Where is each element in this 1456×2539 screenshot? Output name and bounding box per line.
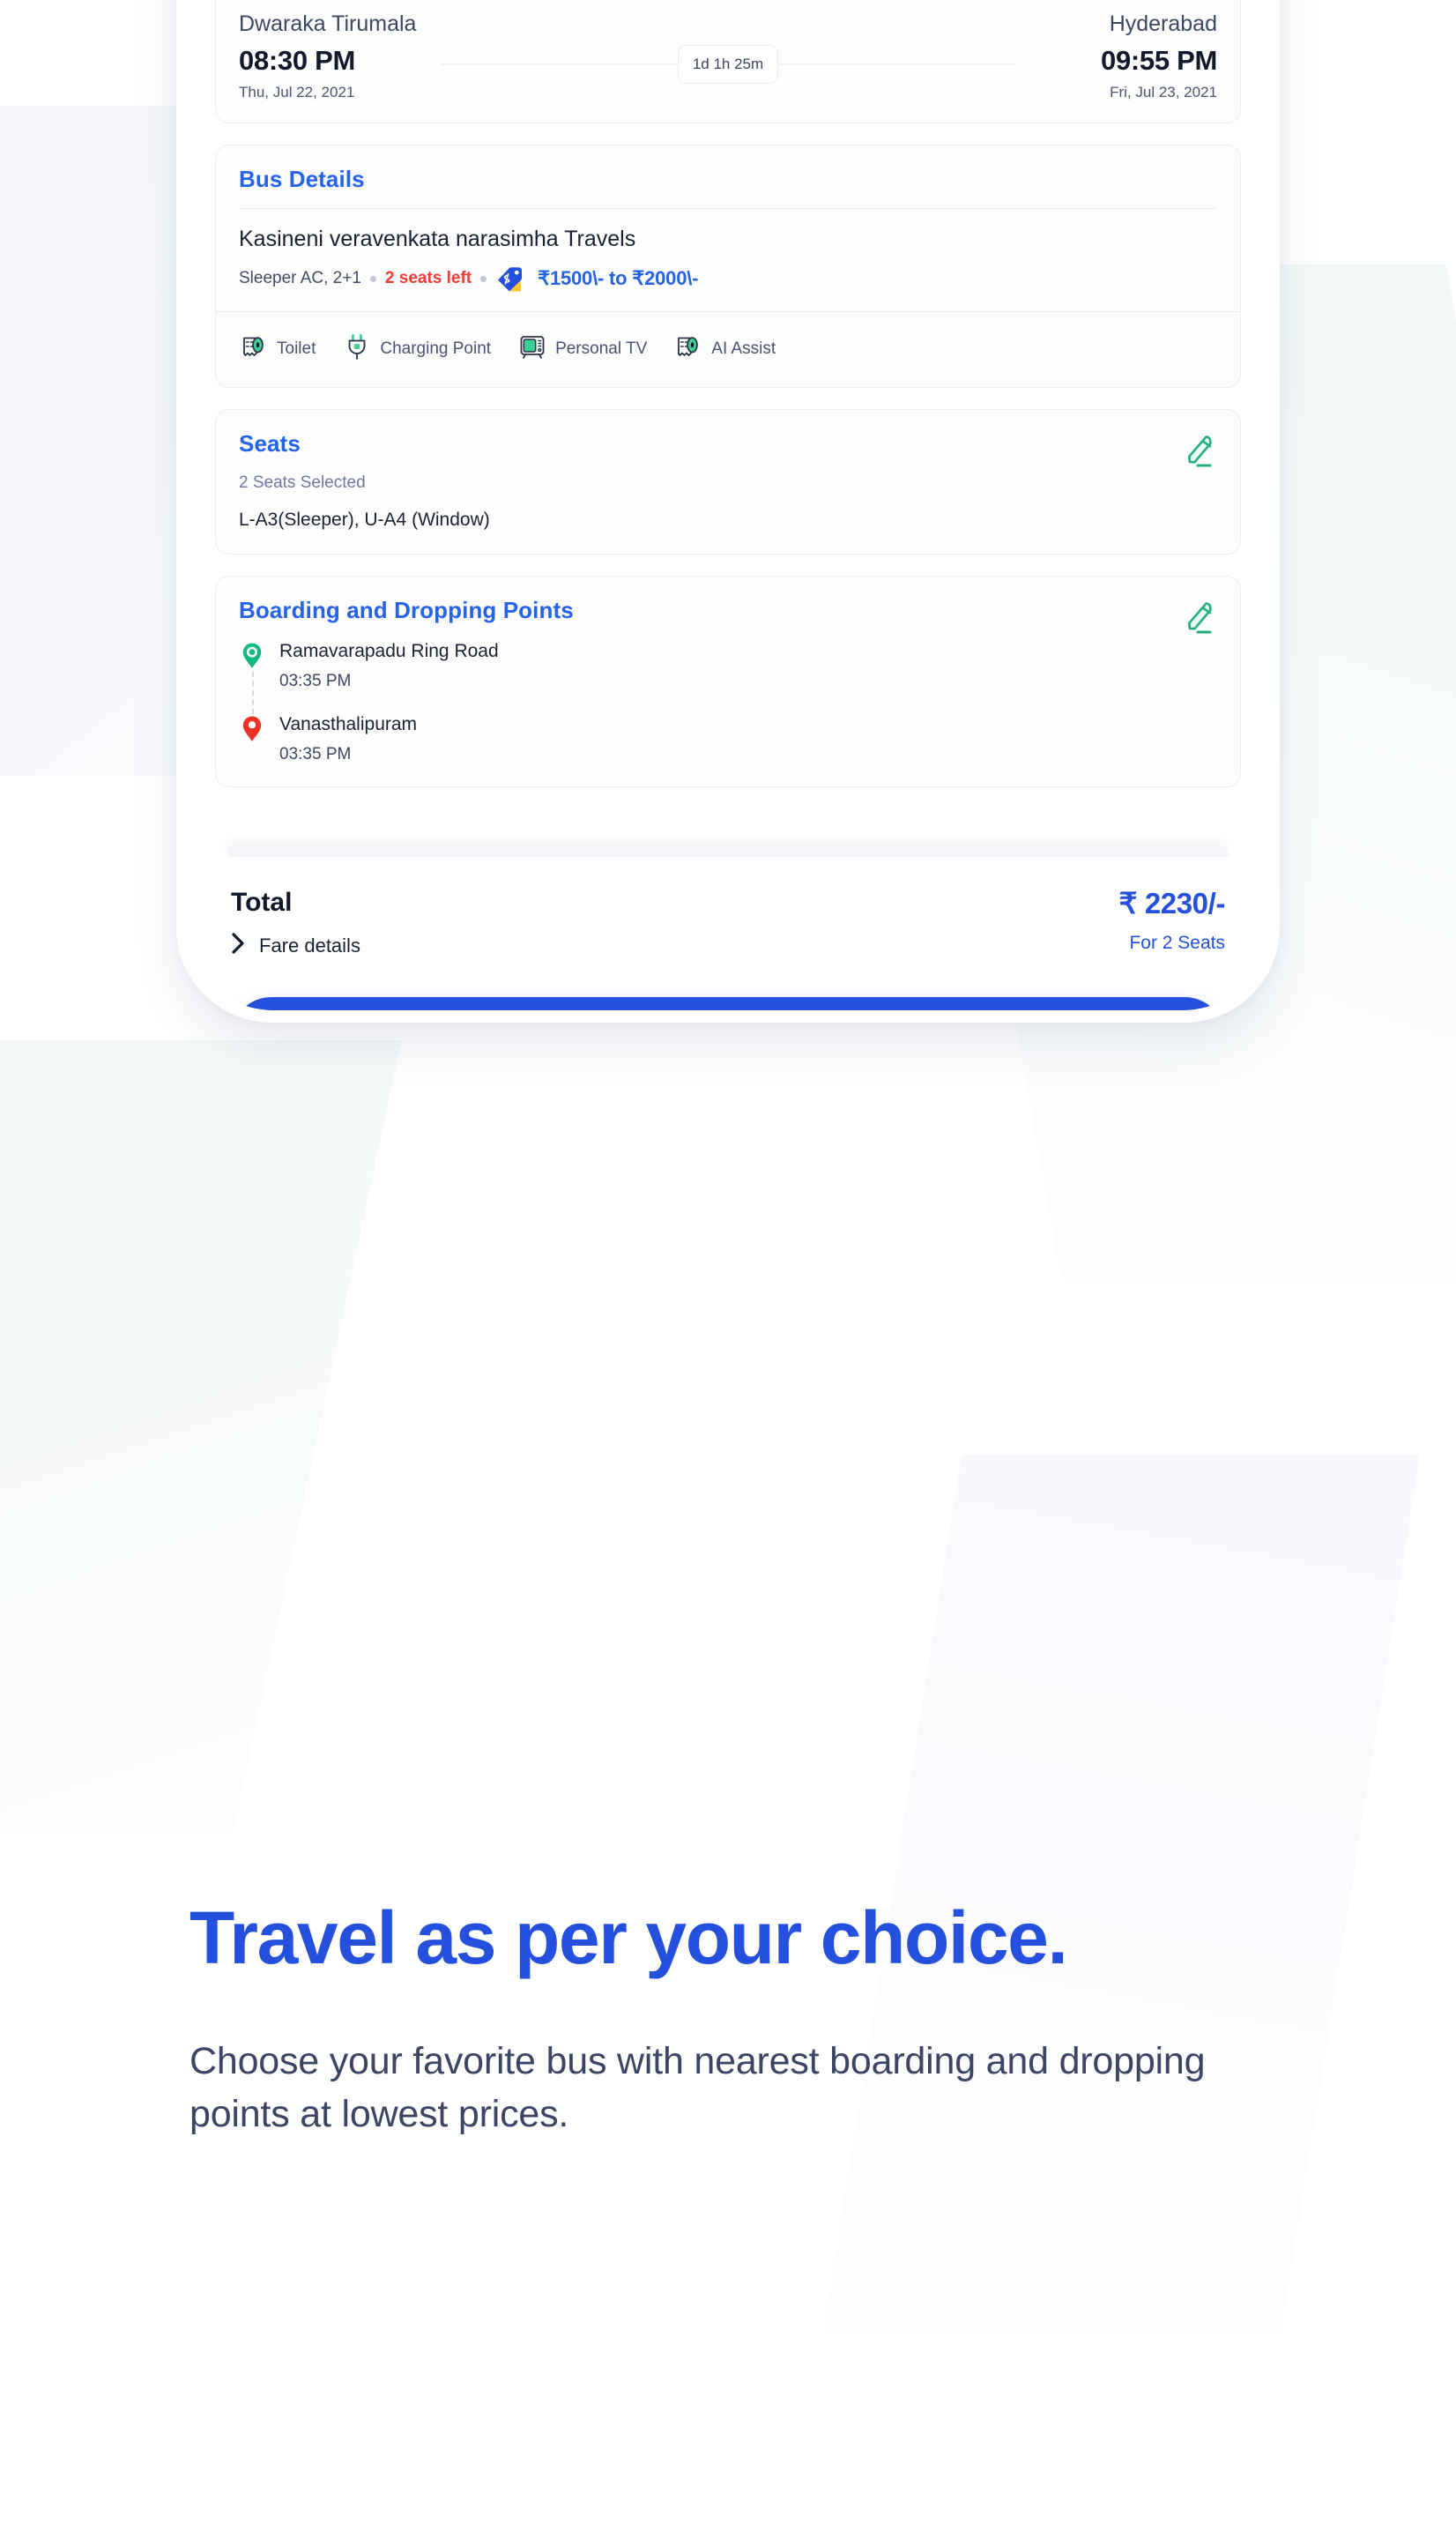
bus-details-title: Bus Details	[239, 166, 365, 193]
boarding-pin	[239, 640, 265, 692]
trip-duration-group: 1d 1h 25m	[442, 10, 1014, 84]
destination-city: Hyderabad	[1109, 11, 1217, 36]
trip-details-card: Trip Details Dwaraka Tirumala 08:30 PM T…	[215, 0, 1241, 124]
chevron-right-icon	[231, 931, 247, 960]
amenity-personal-tv: Personal TV	[517, 331, 647, 366]
amenities-row: Toilet Charging Point Personal TV AI Ass…	[239, 312, 1217, 387]
fare-details-label: Fare details	[259, 934, 360, 957]
total-right: ₹ 2230/- For 2 Seats	[1118, 887, 1225, 954]
personal-tv-icon	[517, 331, 547, 366]
booking-scroll-area[interactable]: Trip Details Dwaraka Tirumala 08:30 PM T…	[189, 0, 1267, 851]
dropping-point-row[interactable]: Vanasthalipuram 03:35 PM	[239, 713, 1217, 765]
destination-date: Fri, Jul 23, 2021	[1110, 83, 1217, 101]
total-seats-label: For 2 Seats	[1129, 932, 1225, 953]
amenity-label: Charging Point	[380, 339, 492, 358]
boarding-point-time: 03:35 PM	[279, 672, 352, 691]
bus-details-card: Bus Details Kasineni veravenkata narasim…	[215, 145, 1241, 389]
fare-details-toggle[interactable]: Fare details	[231, 931, 360, 960]
price-tag-icon	[495, 265, 525, 292]
seats-selected-list: L-A3(Sleeper), U-A4 (Window)	[239, 510, 490, 531]
destination-time: 09:55 PM	[1101, 45, 1217, 76]
amenity-charging-point: Charging Point	[342, 331, 491, 366]
bus-operator-name: Kasineni veravenkata narasimha Travels	[239, 226, 636, 251]
edit-pencil-icon	[1188, 601, 1212, 634]
edit-pencil-icon	[1188, 436, 1212, 467]
origin-date: Thu, Jul 22, 2021	[239, 83, 355, 101]
charging-point-icon	[342, 331, 372, 366]
dropping-point-time: 03:35 PM	[279, 745, 352, 764]
dropping-map-pin-icon	[242, 716, 262, 741]
checkout-footer: Total Fare details ₹ 2230/- For 2 Seats	[189, 857, 1267, 1010]
dropping-point-info: Vanasthalipuram 03:35 PM	[279, 713, 417, 765]
dropping-pin	[239, 713, 265, 765]
origin-time: 08:30 PM	[239, 45, 355, 76]
boarding-point-name: Ramavarapadu Ring Road	[279, 641, 499, 662]
amenity-ai-assist: AI Assist	[673, 331, 776, 366]
bus-type: Sleeper AC, 2+1	[239, 269, 361, 288]
boarding-point-row[interactable]: Ramavarapadu Ring Road 03:35 PM	[239, 640, 1217, 692]
phone-mockup: Trip Details Dwaraka Tirumala 08:30 PM T…	[176, 0, 1280, 1023]
book-now-button[interactable]: Book Now	[231, 997, 1225, 1010]
total-amount: ₹ 2230/-	[1118, 887, 1225, 920]
amenity-label: Personal TV	[555, 339, 648, 358]
origin-city: Dwaraka Tirumala	[239, 11, 417, 36]
total-left: Total Fare details	[231, 887, 360, 960]
duration-line-left	[442, 63, 678, 65]
edit-points-button[interactable]	[1177, 598, 1217, 638]
amenity-label: AI Assist	[711, 339, 776, 358]
marketing-headline: Travel as per your choice.	[189, 1896, 1068, 1979]
duration-line-right	[778, 63, 1014, 65]
marketing-subcopy: Choose your favorite bus with nearest bo…	[189, 2040, 1206, 2136]
ai-assist-icon	[673, 331, 703, 366]
edit-seats-button[interactable]	[1177, 431, 1217, 472]
boarding-dropping-card: Boarding and Dropping Points Ramavarapad…	[215, 575, 1241, 788]
amenity-label: Toilet	[277, 339, 316, 358]
trip-duration: 1d 1h 25m	[677, 44, 779, 84]
amenity-toilet: Toilet	[239, 331, 316, 366]
fare-range: ₹1500\- to ₹2000\-	[538, 267, 699, 290]
boarding-dropping-title: Boarding and Dropping Points	[239, 596, 574, 623]
dropping-point-name: Vanasthalipuram	[279, 714, 418, 735]
separator-dot-icon	[369, 275, 376, 282]
points-list: Ramavarapadu Ring Road 03:35 PM Vanastha…	[239, 640, 1217, 765]
trip-destination: Hyderabad 09:55 PM Fri, Jul 23, 2021	[1014, 10, 1217, 102]
phone-screen: Trip Details Dwaraka Tirumala 08:30 PM T…	[189, 0, 1267, 1010]
seats-title: Seats	[239, 430, 301, 458]
toilet-icon	[239, 331, 269, 366]
trip-route-row: Dwaraka Tirumala 08:30 PM Thu, Jul 22, 2…	[239, 10, 1217, 102]
boarding-point-info: Ramavarapadu Ring Road 03:35 PM	[279, 640, 499, 692]
boarding-circle-pin-icon	[242, 643, 262, 668]
divider	[239, 207, 1217, 209]
separator-dot-icon	[480, 275, 487, 282]
seats-left-badge: 2 seats left	[384, 269, 472, 288]
bus-meta-row: Sleeper AC, 2+1 2 seats left ₹1500\- to …	[239, 265, 1217, 311]
total-row: Total Fare details ₹ 2230/- For 2 Seats	[231, 887, 1225, 960]
trip-origin: Dwaraka Tirumala 08:30 PM Thu, Jul 22, 2…	[239, 10, 442, 102]
seats-selected-count: 2 Seats Selected	[239, 473, 366, 492]
total-label: Total	[231, 888, 293, 917]
seats-card: Seats 2 Seats Selected L-A3(Sleeper), U-…	[215, 409, 1241, 555]
bg-shape-2	[0, 1040, 402, 1834]
marketing-section: Travel as per your choice. Choose your f…	[189, 1895, 1353, 2141]
